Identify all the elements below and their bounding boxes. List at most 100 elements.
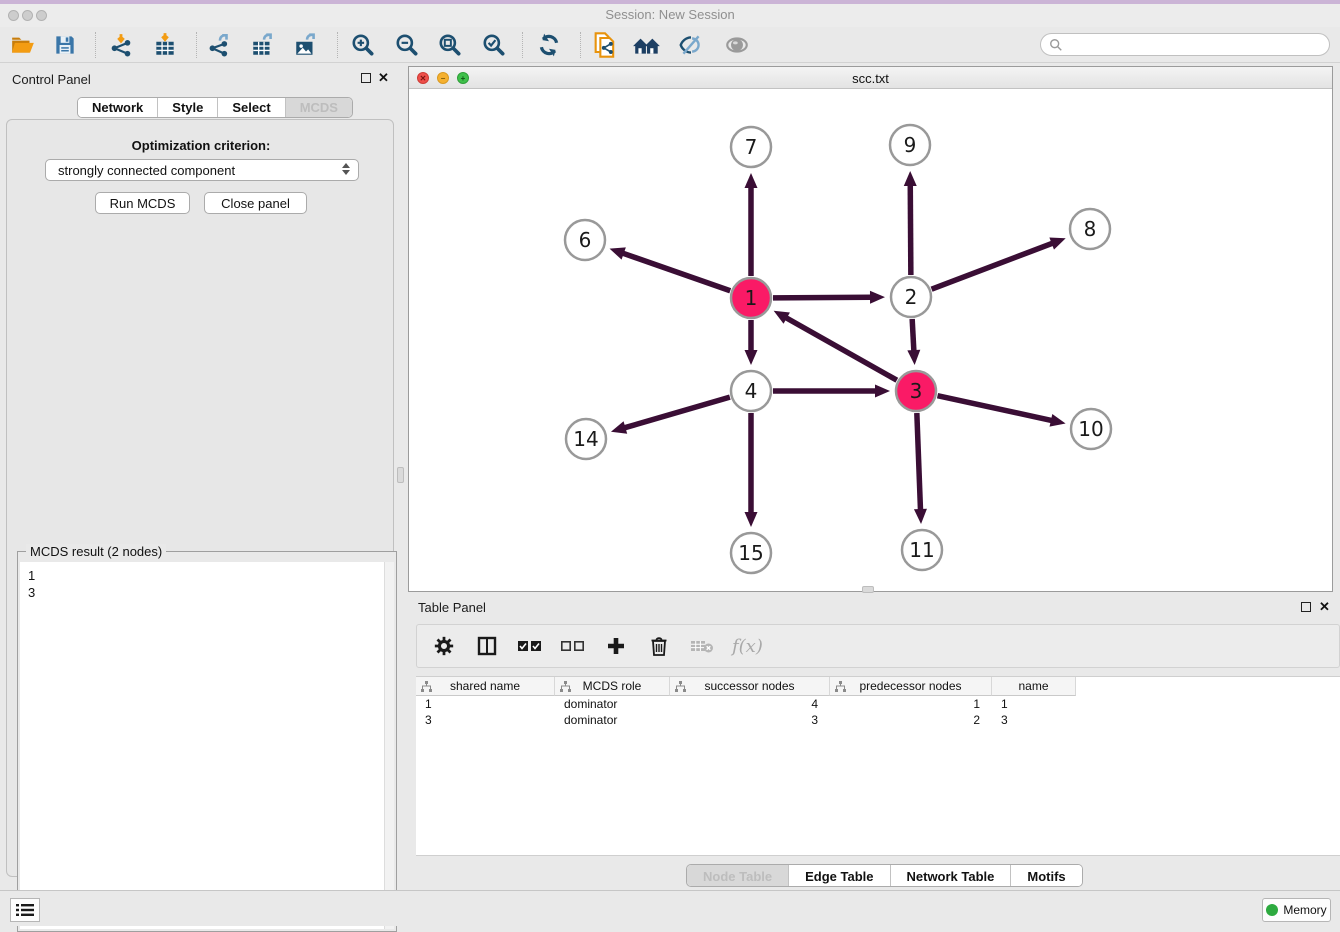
- list-icon: [16, 903, 34, 917]
- table-panel-tabs: Node Table Edge Table Network Table Moti…: [686, 864, 1083, 887]
- delete-column-icon[interactable]: [646, 633, 672, 659]
- mcds-result-text[interactable]: 1 3: [20, 562, 384, 929]
- column-tree-icon: [421, 681, 432, 692]
- window-title: Session: New Session: [0, 7, 1340, 22]
- export-network-icon[interactable]: [205, 30, 235, 60]
- select-all-icon[interactable]: [517, 633, 543, 659]
- zoom-selected-icon[interactable]: [479, 30, 509, 60]
- node-label-6: 6: [579, 228, 592, 252]
- column-layout-icon[interactable]: [474, 633, 500, 659]
- column-header-successor-nodes[interactable]: successor nodes: [670, 677, 830, 696]
- arrowhead-1-7: [745, 173, 758, 188]
- table-row[interactable]: 1dominator411: [416, 696, 1340, 712]
- edge-1-2[interactable]: [773, 297, 871, 298]
- task-history-button[interactable]: [10, 898, 40, 922]
- cell-predecessor-nodes[interactable]: 2: [830, 712, 992, 728]
- arrowhead-1-2: [870, 291, 885, 304]
- tab-network[interactable]: Network: [78, 98, 158, 117]
- cell-shared-name[interactable]: 3: [416, 712, 555, 728]
- column-header-predecessor-nodes[interactable]: predecessor nodes: [830, 677, 992, 696]
- tab-edge-table[interactable]: Edge Table: [789, 865, 890, 887]
- edge-2-9[interactable]: [910, 185, 911, 275]
- accent-strip: [0, 0, 1340, 4]
- node-label-11: 11: [909, 538, 934, 562]
- horizontal-splitter-handle[interactable]: [862, 586, 874, 593]
- edge-2-8[interactable]: [932, 243, 1053, 289]
- close-panel-icon[interactable]: ✕: [378, 72, 389, 83]
- table-header-row: shared name MCDS role successor nodes pr…: [416, 677, 1076, 696]
- deselect-all-icon[interactable]: [560, 633, 586, 659]
- tab-style[interactable]: Style: [158, 98, 218, 117]
- float-panel-icon[interactable]: [361, 73, 371, 83]
- column-header-shared-name[interactable]: shared name: [416, 677, 555, 696]
- cell-name[interactable]: 3: [992, 712, 1076, 728]
- network-canvas[interactable]: 7968124314101511: [409, 89, 1332, 591]
- optimization-criterion-dropdown[interactable]: strongly connected component: [45, 159, 359, 181]
- cell-MCDS-role[interactable]: dominator: [555, 696, 670, 712]
- edge-1-6[interactable]: [623, 253, 730, 291]
- fit-content-icon[interactable]: [435, 30, 465, 60]
- tab-mcds[interactable]: MCDS: [286, 98, 352, 117]
- tab-motifs[interactable]: Motifs: [1011, 865, 1081, 887]
- export-image-icon[interactable]: [291, 30, 321, 60]
- cell-successor-nodes[interactable]: 4: [670, 696, 830, 712]
- edge-3-1[interactable]: [786, 318, 897, 381]
- column-header-mcds-role[interactable]: MCDS role: [555, 677, 670, 696]
- cell-name[interactable]: 1: [992, 696, 1076, 712]
- node-label-7: 7: [745, 135, 758, 159]
- hide-annotations-icon[interactable]: [676, 30, 706, 60]
- edge-3-10[interactable]: [937, 396, 1051, 421]
- zoom-in-icon[interactable]: [348, 30, 378, 60]
- edge-4-14[interactable]: [624, 397, 729, 428]
- edge-2-3[interactable]: [912, 319, 914, 351]
- tab-node-table[interactable]: Node Table: [687, 865, 789, 887]
- import-table-icon[interactable]: [150, 30, 180, 60]
- vertical-splitter-handle[interactable]: [397, 467, 404, 483]
- table-row[interactable]: 3dominator323: [416, 712, 1340, 728]
- clone-network-icon[interactable]: [590, 30, 620, 60]
- show-graphics-details-icon[interactable]: [722, 30, 752, 60]
- network-window-titlebar[interactable]: ✕ − + scc.txt: [409, 67, 1332, 89]
- mcds-result-fieldset: MCDS result (2 nodes) 1 3: [17, 551, 397, 932]
- node-label-4: 4: [745, 379, 758, 403]
- import-network-icon[interactable]: [106, 30, 136, 60]
- memory-label: Memory: [1283, 903, 1326, 917]
- arrowhead-2-8: [1049, 237, 1065, 249]
- cell-predecessor-nodes[interactable]: 1: [830, 696, 992, 712]
- first-neighbors-icon[interactable]: [632, 30, 662, 60]
- node-label-10: 10: [1078, 417, 1103, 441]
- memory-button[interactable]: Memory: [1262, 898, 1331, 922]
- function-builder-icon: f(x): [732, 636, 763, 657]
- refresh-icon[interactable]: [534, 30, 564, 60]
- toolbar-separator: [95, 32, 96, 58]
- column-header-name[interactable]: name: [992, 677, 1076, 696]
- network-window-title: scc.txt: [409, 71, 1332, 86]
- cell-successor-nodes[interactable]: 3: [670, 712, 830, 728]
- cell-MCDS-role[interactable]: dominator: [555, 712, 670, 728]
- zoom-out-icon[interactable]: [392, 30, 422, 60]
- save-session-icon[interactable]: [50, 30, 80, 60]
- tab-network-table[interactable]: Network Table: [891, 865, 1012, 887]
- search-field[interactable]: [1040, 33, 1330, 56]
- main-toolbar: [0, 27, 1340, 63]
- cell-shared-name[interactable]: 1: [416, 696, 555, 712]
- close-table-panel-icon[interactable]: ✕: [1319, 601, 1330, 612]
- open-file-icon[interactable]: [8, 30, 38, 60]
- table-rows: 1dominator4113dominator323: [416, 696, 1340, 728]
- settings-gear-icon[interactable]: [431, 633, 457, 659]
- edge-3-11[interactable]: [917, 413, 921, 510]
- run-mcds-button[interactable]: Run MCDS: [95, 192, 190, 214]
- export-table-icon[interactable]: [248, 30, 278, 60]
- arrowhead-1-4: [745, 350, 758, 365]
- arrowhead-3-11: [914, 509, 927, 524]
- arrowhead-2-9: [904, 171, 917, 186]
- tab-select[interactable]: Select: [218, 98, 285, 117]
- close-panel-button[interactable]: Close panel: [204, 192, 307, 214]
- mcds-result-scrollbar[interactable]: [384, 562, 394, 929]
- float-table-panel-icon[interactable]: [1301, 602, 1311, 612]
- memory-status-icon: [1266, 904, 1278, 916]
- node-label-9: 9: [904, 133, 917, 157]
- add-column-icon[interactable]: [603, 633, 629, 659]
- node-label-8: 8: [1084, 217, 1097, 241]
- node-label-15: 15: [738, 541, 763, 565]
